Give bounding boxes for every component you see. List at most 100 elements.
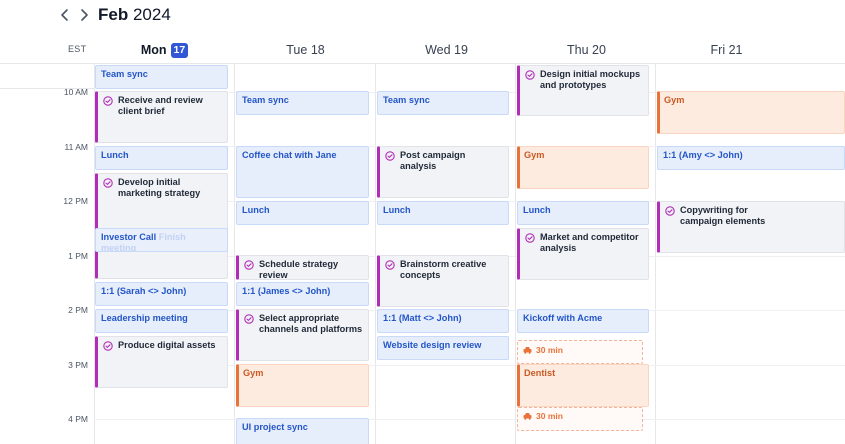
task-check-icon[interactable]: [385, 151, 395, 161]
task-check-icon[interactable]: [103, 341, 113, 351]
event-gym[interactable]: Gym: [236, 364, 369, 407]
event-investor-call[interactable]: Investor Call Finish meeting: [95, 228, 228, 252]
task-title: Design initial mockups and prototypes: [540, 69, 641, 90]
chevron-right-icon[interactable]: [75, 6, 93, 24]
event-ui-project-sync[interactable]: UI project sync: [236, 418, 369, 444]
today-date-badge: 17: [170, 42, 189, 58]
event-title: Coffee chat with Jane: [242, 150, 337, 160]
day-name: Tue 18: [286, 43, 325, 57]
event-leadership-meeting[interactable]: Leadership meeting: [95, 309, 228, 333]
task-check-icon[interactable]: [525, 70, 535, 80]
event-coffee-chat[interactable]: Coffee chat with Jane: [236, 146, 369, 198]
column-divider: [234, 64, 235, 444]
task-check-icon[interactable]: [103, 96, 113, 106]
column-divider: [375, 64, 376, 444]
task-check-icon[interactable]: [103, 178, 113, 188]
event-title: Lunch: [101, 150, 129, 160]
event-gym[interactable]: Gym: [517, 146, 649, 189]
event-team-sync[interactable]: Team sync: [236, 91, 369, 115]
event-one-on-one[interactable]: 1:1 (James <> John): [236, 282, 369, 306]
event-team-sync[interactable]: Team sync: [377, 91, 509, 115]
event-title: Kickoff with Acme: [523, 313, 603, 323]
event-lunch[interactable]: Lunch: [236, 201, 369, 225]
day-header-wed[interactable]: Wed 19: [376, 38, 517, 62]
event-title: Team sync: [383, 95, 430, 105]
task-select-channels[interactable]: Select appropriate channels and platform…: [236, 309, 369, 361]
event-title: Leadership meeting: [101, 313, 188, 323]
travel-duration: 30 min: [536, 411, 563, 421]
event-title: 1:1 (James <> John): [242, 286, 331, 296]
task-check-icon[interactable]: [665, 206, 675, 216]
day-name: Thu 20: [567, 43, 606, 57]
travel-time-before[interactable]: 30 min: [517, 340, 643, 364]
event-one-on-one[interactable]: 1:1 (Matt <> John): [377, 309, 509, 333]
task-post-campaign[interactable]: Post campaign analysis: [377, 146, 509, 198]
task-title: Receive and review client brief: [118, 95, 203, 116]
hour-label: 2 PM: [68, 305, 88, 315]
event-title: Dentist: [524, 368, 556, 378]
task-develop-strategy[interactable]: Develop initial marketing strategy: [95, 173, 228, 279]
day-header-mon[interactable]: Mon 17: [94, 38, 235, 62]
travel-time-after[interactable]: 30 min: [517, 407, 643, 431]
month-title: Feb 2024: [98, 4, 171, 26]
task-title: Copywriting for campaign elements: [680, 205, 766, 226]
event-dentist[interactable]: Dentist: [517, 364, 649, 407]
event-one-on-one[interactable]: 1:1 (Sarah <> John): [95, 282, 228, 306]
task-check-icon[interactable]: [244, 314, 254, 324]
task-title: Schedule strategy review: [259, 259, 339, 280]
task-receive-brief[interactable]: Receive and review client brief: [95, 91, 228, 143]
task-title: Produce digital assets: [118, 340, 216, 350]
hour-label: 10 AM: [63, 87, 88, 97]
task-title: Market and competitor analysis: [540, 232, 639, 253]
event-one-on-one[interactable]: 1:1 (Amy <> John): [657, 146, 845, 170]
event-title: 1:1 (Amy <> John): [663, 150, 743, 160]
event-title: 1:1 (Matt <> John): [383, 313, 462, 323]
event-website-review[interactable]: Website design review: [377, 336, 509, 360]
task-title: Select appropriate channels and platform…: [259, 313, 363, 334]
task-check-icon[interactable]: [244, 260, 254, 270]
event-title: Website design review: [383, 340, 482, 350]
event-kickoff-acme[interactable]: Kickoff with Acme: [517, 309, 649, 333]
task-title: Post campaign analysis: [400, 150, 466, 171]
hour-label: 1 PM: [68, 251, 88, 261]
hour-gridline: [94, 419, 845, 420]
task-produce-assets[interactable]: Produce digital assets: [95, 336, 228, 388]
hour-label: 12 PM: [63, 196, 88, 206]
event-title-text: Investor Call: [101, 232, 157, 242]
month-label: Feb: [98, 5, 129, 24]
event-lunch[interactable]: Lunch: [377, 201, 509, 225]
column-divider: [655, 64, 656, 444]
event-team-sync[interactable]: Team sync: [95, 65, 228, 89]
task-check-icon[interactable]: [525, 233, 535, 243]
day-header-fri[interactable]: Fri 21: [656, 38, 797, 62]
column-divider: [515, 64, 516, 444]
task-brainstorm[interactable]: Brainstorm creative concepts: [377, 255, 509, 307]
event-title: Gym: [664, 95, 685, 105]
event-title: Lunch: [383, 205, 411, 215]
event-title: Gym: [524, 150, 545, 160]
task-copywriting[interactable]: Copywriting for campaign elements: [657, 201, 845, 253]
day-name: Mon: [140, 43, 167, 57]
header-divider: [0, 63, 845, 64]
task-schedule-review[interactable]: Schedule strategy review: [236, 255, 369, 280]
task-market-analysis[interactable]: Market and competitor analysis: [517, 228, 649, 280]
chevron-left-icon[interactable]: [56, 6, 74, 24]
day-header-thu[interactable]: Thu 20: [516, 38, 657, 62]
event-title: Lunch: [523, 205, 551, 215]
day-name: Wed 19: [425, 43, 468, 57]
event-title: Team sync: [101, 69, 148, 79]
event-title: Lunch: [242, 205, 270, 215]
travel-duration: 30 min: [536, 345, 563, 355]
event-gym[interactable]: Gym: [657, 91, 845, 134]
event-lunch[interactable]: Lunch: [517, 201, 649, 225]
task-design-mockups[interactable]: Design initial mockups and prototypes: [517, 65, 649, 116]
task-title: Brainstorm creative concepts: [400, 259, 487, 280]
year-label: 2024: [132, 5, 171, 24]
day-name: Fri 21: [710, 43, 743, 57]
day-header-tue[interactable]: Tue 18: [235, 38, 376, 62]
hour-label: 4 PM: [68, 414, 88, 424]
calendar-toolbar: Feb 2024: [0, 0, 845, 32]
event-title: Team sync: [242, 95, 289, 105]
event-lunch[interactable]: Lunch: [95, 146, 228, 170]
task-check-icon[interactable]: [385, 260, 395, 270]
